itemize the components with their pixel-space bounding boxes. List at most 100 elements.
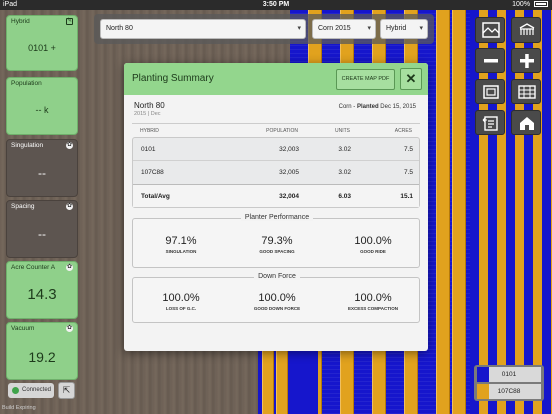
planted-date: Dec 15, 2015 — [380, 104, 416, 110]
minus-icon — [484, 59, 498, 63]
divider — [132, 123, 420, 124]
down-force-panel: Down Force 100.0% LOSS OF G.C. 100.0% GO… — [132, 273, 421, 323]
map-hybrid-107c88-strip — [436, 10, 450, 414]
layer-select[interactable]: Hybrid ▾ — [380, 19, 428, 39]
table-icon — [518, 85, 536, 99]
season-select[interactable]: Corn 2015 ▾ — [312, 19, 376, 39]
table-total-row: Total/Avg 32,004 6.03 15.1 — [133, 184, 419, 207]
dialog-title: Planting Summary — [132, 73, 214, 84]
gear-icon[interactable]: ✿ — [66, 325, 73, 332]
card-value: -- k — [35, 105, 49, 115]
field-date-sub: 2015 | Dec — [134, 111, 161, 117]
cell-population: 32,004 — [279, 193, 299, 200]
card-population[interactable]: Population -- k — [6, 77, 78, 135]
chevron-down-icon: ▾ — [367, 25, 371, 32]
planter-button[interactable] — [511, 17, 541, 43]
legend-swatch — [477, 367, 489, 382]
data-table-button[interactable] — [511, 79, 541, 104]
card-value: -- — [38, 166, 46, 180]
metric-good-down-force: 100.0% GOOD DOWN FORCE — [229, 292, 325, 311]
legend-item[interactable]: 0101 — [477, 367, 541, 382]
edit-icon[interactable]: ✎ — [66, 18, 73, 25]
cell-units: 3.02 — [338, 169, 351, 176]
cell-acres: 15.1 — [400, 193, 413, 200]
cell-hybrid: 0101 — [141, 146, 156, 153]
card-value: 14.3 — [27, 286, 57, 303]
metric-excess-compaction: 100.0% EXCESS COMPACTION — [325, 292, 421, 311]
status-bar: iPad 3:50 PM 100% — [0, 0, 552, 10]
panel-title-text: Down Force — [254, 273, 300, 280]
gear-icon[interactable]: ✿ — [66, 142, 73, 149]
field-boundary-button[interactable] — [475, 79, 505, 104]
dialog-header: Planting Summary CREATE MAP PDF ✕ — [124, 63, 428, 95]
crop-label: Corn - — [338, 104, 356, 110]
table-header: HYBRID POPULATION UNITS ACRES — [132, 126, 420, 137]
card-label: Acre Counter A — [11, 264, 56, 271]
tasks-button[interactable] — [475, 110, 505, 135]
field-boundary-icon — [483, 85, 499, 99]
gear-icon[interactable]: ✿ — [66, 264, 73, 271]
home-icon — [520, 117, 534, 130]
metric-loss-of-gc: 100.0% LOSS OF G.C. — [133, 292, 229, 311]
build-info: Build Expiring — [2, 405, 36, 411]
metric-label: EXCESS COMPACTION — [348, 306, 398, 311]
home-button[interactable] — [511, 110, 541, 135]
col-header-hybrid: HYBRID — [140, 128, 159, 134]
metric-value: 100.0% — [162, 292, 200, 304]
connection-status-button[interactable]: Connected — [8, 383, 54, 398]
map-selector-bar: North 80 ▾ Corn 2015 ▾ Hybrid ▾ — [94, 14, 434, 44]
gear-icon[interactable]: ✿ — [66, 203, 73, 210]
planter-performance-panel: Planter Performance 97.1% SINGULATION 79… — [132, 214, 421, 268]
col-header-population: POPULATION — [266, 128, 298, 134]
card-value: -- — [38, 227, 46, 241]
card-acre-counter[interactable]: Acre Counter A ✿ 14.3 — [6, 261, 78, 319]
panel-title-text: Planter Performance — [240, 214, 314, 221]
card-value: 0101 + — [28, 43, 56, 53]
cell-population: 32,005 — [279, 169, 299, 176]
field-select-value: North 80 — [106, 25, 133, 32]
card-spacing[interactable]: Spacing ✿ -- — [6, 200, 78, 258]
field-select[interactable]: North 80 ▾ — [100, 19, 306, 39]
table-row: 107C88 32,005 3.02 7.5 — [133, 161, 419, 184]
battery-indicator: 100% — [512, 0, 548, 10]
metric-value: 100.0% — [258, 292, 296, 304]
col-header-units: UNITS — [335, 128, 350, 134]
metric-label: GOOD RIDE — [360, 249, 386, 254]
map-layers-icon — [482, 22, 500, 38]
zoom-in-button[interactable] — [511, 48, 541, 73]
hybrid-legend: 0101 107C88 — [474, 365, 544, 401]
cell-hybrid: 107C88 — [141, 169, 164, 176]
close-button[interactable]: ✕ — [400, 68, 422, 90]
card-label: Spacing — [11, 203, 35, 210]
legend-item[interactable]: 107C88 — [477, 384, 541, 399]
planting-summary-dialog: Planting Summary CREATE MAP PDF ✕ North … — [124, 63, 428, 351]
card-label: Singulation — [11, 142, 44, 149]
map-hybrid-107c88-strip — [452, 10, 466, 414]
cell-population: 32,003 — [279, 146, 299, 153]
card-vacuum[interactable]: Vacuum ✿ 19.2 — [6, 322, 78, 380]
field-name: North 80 — [134, 101, 165, 110]
metric-good-ride: 100.0% GOOD RIDE — [325, 235, 421, 254]
map-layers-button[interactable] — [475, 17, 505, 43]
zoom-out-button[interactable] — [475, 48, 505, 73]
card-singulation[interactable]: Singulation ✿ -- — [6, 139, 78, 197]
metric-value: 79.3% — [261, 235, 293, 247]
metric-singulation: 97.1% SINGULATION — [133, 235, 229, 254]
close-icon: ✕ — [405, 71, 417, 86]
card-hybrid[interactable]: Hybrid ✎ 0101 + — [6, 15, 78, 71]
metric-label: GOOD SPACING — [259, 249, 295, 254]
metric-label: SINGULATION — [165, 249, 197, 254]
metric-value: 97.1% — [165, 235, 197, 247]
metric-label: GOOD DOWN FORCE — [253, 306, 301, 311]
expand-button[interactable]: ⇱ — [58, 382, 75, 399]
clock: 3:50 PM — [262, 1, 290, 8]
legend-label: 0101 — [501, 371, 517, 378]
metric-good-spacing: 79.3% GOOD SPACING — [229, 235, 325, 254]
card-value: 19.2 — [28, 349, 56, 365]
table-row: 0101 32,003 3.02 7.5 — [133, 138, 419, 161]
create-map-pdf-button[interactable]: CREATE MAP PDF — [336, 69, 395, 90]
planted-label: Planted — [356, 104, 379, 110]
chevron-down-icon: ▾ — [419, 25, 423, 32]
metric-label: LOSS OF G.C. — [165, 306, 197, 311]
map-hybrid-107c88-strip — [262, 350, 274, 414]
